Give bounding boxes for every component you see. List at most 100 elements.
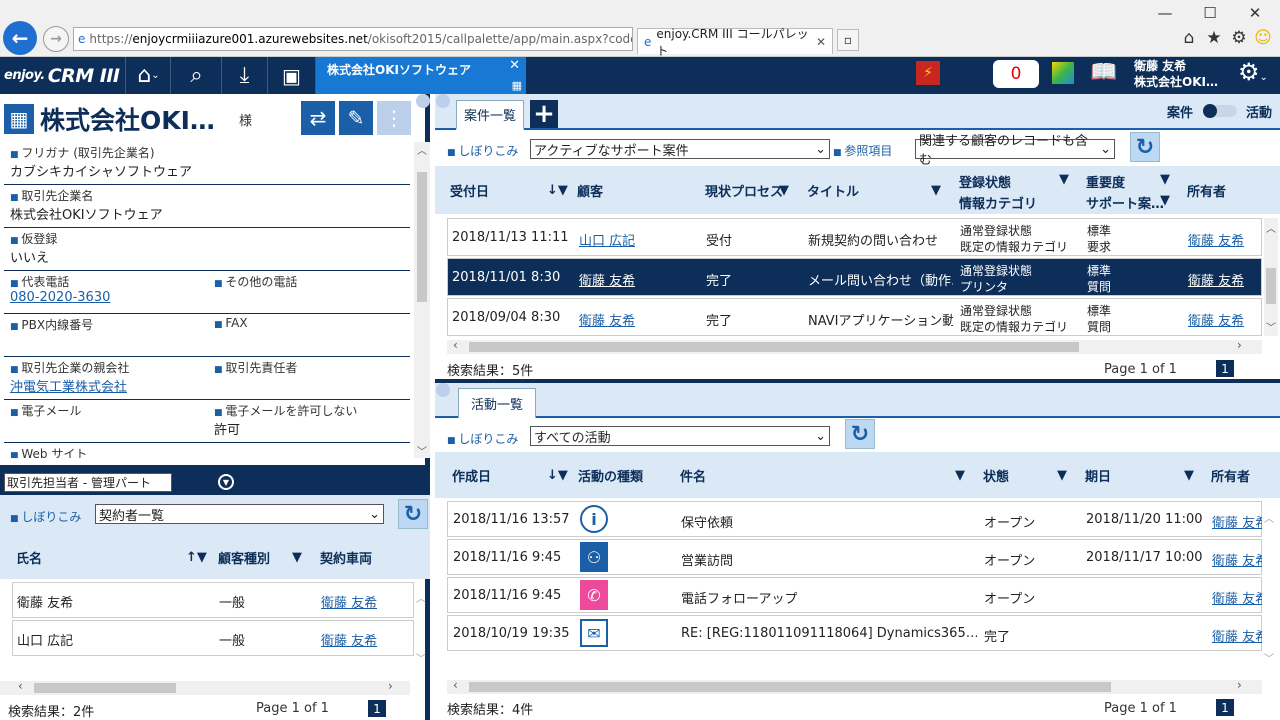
download-icon[interactable]: ⤓ <box>222 57 268 94</box>
filter-icon[interactable]: ▼ <box>292 535 302 579</box>
close-record-tab-icon[interactable]: ✕ <box>509 58 520 73</box>
col-priority[interactable]: 重要度 <box>1086 172 1125 191</box>
activity-owner-link[interactable]: 衛藤 友希 <box>1212 512 1262 531</box>
transfer-icon[interactable]: ⇄ <box>301 101 335 135</box>
activities-page-button[interactable]: 1 <box>1216 699 1234 716</box>
case-customer-link[interactable]: 衛藤 友希 <box>579 270 635 289</box>
col-support[interactable]: サポート案… <box>1086 193 1164 212</box>
col-subject[interactable]: 件名 <box>680 452 706 498</box>
col-state[interactable]: 状態 <box>983 452 1009 498</box>
fields-scrollbar[interactable]: ︿ ﹀ <box>414 142 430 458</box>
phone-link[interactable]: 080-2020-3630 <box>10 290 110 305</box>
filter-icon[interactable]: ▼ <box>1057 452 1067 498</box>
related-view-select[interactable]: 取引先担当者 - 管理パート <box>4 473 172 492</box>
sort-filter-icon[interactable]: ↓▼ <box>547 166 568 214</box>
scroll-up-icon[interactable]: ︿ <box>416 590 426 605</box>
close-window-icon[interactable]: ✕ <box>1240 4 1270 22</box>
col-owner[interactable]: 所有者 <box>1187 166 1226 214</box>
activity-owner-link[interactable]: 衛藤 友希 <box>1212 550 1262 569</box>
cases-filter-select[interactable]: アクティブなサポート案件 ⌄ <box>530 139 830 159</box>
col-type[interactable]: 顧客種別 <box>218 535 270 579</box>
case-row-selected[interactable]: 2018/11/01 8:30 衛藤 友希 完了 メール問い合わせ（動作… 通常… <box>447 258 1262 296</box>
col-activity-type[interactable]: 活動の種類 <box>578 452 643 498</box>
col-customer[interactable]: 顧客 <box>577 166 603 214</box>
col-due[interactable]: 期日 <box>1085 452 1111 498</box>
scroll-down-icon[interactable]: ﹀ <box>1264 650 1274 665</box>
collapse-handle[interactable] <box>416 94 430 108</box>
address-bar[interactable]: e https://enjoycrmiiiazure001.azurewebsi… <box>73 27 633 51</box>
contacts-row[interactable]: 衛藤 友希 一般 衛藤 友希 <box>12 582 414 618</box>
tab-activities[interactable]: 活動一覧 <box>458 388 536 418</box>
col-name[interactable]: 氏名 <box>16 535 42 579</box>
expand-icon[interactable]: ▼ <box>218 474 234 490</box>
ref-select[interactable]: 関連する顧客のレコードも含む ⌄ <box>915 134 1115 168</box>
field-value[interactable]: 許可 <box>214 419 240 438</box>
filter-icon[interactable]: ▼ <box>1184 452 1194 498</box>
field-value[interactable]: いいえ <box>10 247 49 266</box>
field-value[interactable]: 株式会社OKIソフトウェア <box>10 204 163 223</box>
forward-button[interactable]: → <box>43 26 69 52</box>
activity-row[interactable]: 2018/11/16 13:57 i 保守依頼 オープン 2018/11/20 … <box>447 501 1262 537</box>
cases-page-button[interactable]: 1 <box>1216 360 1234 377</box>
parent-account-link[interactable]: 沖電気工業株式会社 <box>10 376 127 395</box>
col-vehicle[interactable]: 契約車両 <box>320 535 372 579</box>
filter-icon[interactable]: ▼ <box>1160 193 1170 208</box>
filter-icon[interactable]: ▼ <box>1059 172 1069 187</box>
col-title[interactable]: タイトル <box>807 166 859 214</box>
alert-icon[interactable]: ⚡ <box>916 61 940 85</box>
case-owner-link[interactable]: 衛藤 友希 <box>1188 270 1244 289</box>
contacts-refresh-button[interactable]: ↻ <box>398 499 428 529</box>
cases-hscroll[interactable]: ‹ › <box>447 338 1262 354</box>
contacts-hscroll[interactable]: ‹ › <box>0 679 410 695</box>
field-value[interactable]: カブシキカイシャソフトウェア <box>10 161 192 180</box>
col-process[interactable]: 現状プロセス <box>705 166 783 214</box>
activity-row[interactable]: 2018/11/16 9:45 ✆ 電話フォローアップ オープン 衛藤 友希 <box>447 577 1262 613</box>
scroll-down-icon[interactable]: ﹀ <box>416 650 426 665</box>
notification-badge[interactable]: 0 <box>993 60 1039 88</box>
case-customer-link[interactable]: 衛藤 友希 <box>579 310 635 329</box>
activity-owner-link[interactable]: 衛藤 友希 <box>1212 626 1262 645</box>
contacts-filter-select[interactable]: 契約者一覧 ⌄ <box>95 504 384 524</box>
collapse-handle[interactable] <box>436 94 450 108</box>
scroll-up-icon[interactable]: ︿ <box>1264 510 1274 525</box>
sort-filter-icon[interactable]: ↑▼ <box>186 535 207 579</box>
settings-icon[interactable]: ⚙ <box>1228 28 1250 48</box>
case-row[interactable]: 2018/11/13 11:11 山口 広記 受付 新規契約の問い合わせ 通常登… <box>447 218 1262 256</box>
view-toggle[interactable] <box>1203 104 1237 118</box>
sort-filter-icon[interactable]: ↓▼ <box>547 452 568 498</box>
activities-filter-select[interactable]: すべての活動 ⌄ <box>530 426 830 446</box>
filter-icon[interactable]: ▼ <box>931 166 941 214</box>
maximize-icon[interactable]: ☐ <box>1195 4 1225 22</box>
cases-refresh-button[interactable]: ↻ <box>1130 132 1160 162</box>
contact-card-icon[interactable]: ▣ <box>268 57 316 94</box>
cases-vscroll[interactable]: ︿ ﹀ <box>1264 218 1278 336</box>
filter-icon[interactable]: ▼ <box>779 166 789 214</box>
col-owner[interactable]: 所有者 <box>1211 452 1250 498</box>
filter-icon[interactable]: ▼ <box>1160 172 1170 187</box>
activity-row[interactable]: 2018/10/19 19:35 ✉ RE: [REG:118011091118… <box>447 615 1262 651</box>
minimize-icon[interactable]: — <box>1150 4 1180 22</box>
activity-row[interactable]: 2018/11/16 9:45 ⚇ 営業訪問 オープン 2018/11/17 1… <box>447 539 1262 575</box>
gear-icon[interactable]: ⚙⌄ <box>1238 58 1268 86</box>
home-menu-icon[interactable]: ⌂ ⌄ <box>127 57 171 94</box>
case-owner-link[interactable]: 衛藤 友希 <box>1188 310 1244 329</box>
smiley-icon[interactable]: ☺ <box>1252 28 1274 48</box>
home-icon[interactable]: ⌂ <box>1178 28 1200 48</box>
col-category[interactable]: 情報カテゴリ <box>959 193 1037 212</box>
favorites-icon[interactable]: ★ <box>1203 28 1225 48</box>
tab-cases[interactable]: 案件一覧 <box>456 100 524 130</box>
contacts-page-button[interactable]: 1 <box>368 700 386 717</box>
col-received[interactable]: 受付日 <box>450 166 489 214</box>
search-icon[interactable]: ⌕ <box>172 57 222 94</box>
case-row[interactable]: 2018/09/04 8:30 衛藤 友希 完了 NAVIアプリケーション動作…… <box>447 298 1262 336</box>
back-button[interactable]: ← <box>3 21 37 55</box>
more-icon[interactable]: ⋮ <box>377 101 411 135</box>
book-icon[interactable]: 📖 <box>1090 60 1117 85</box>
case-customer-link[interactable]: 山口 広記 <box>579 230 635 249</box>
browser-tab[interactable]: e enjoy.CRM III コールパレット ✕ <box>637 27 833 58</box>
close-tab-icon[interactable]: ✕ <box>816 35 826 49</box>
contacts-row[interactable]: 山口 広記 一般 衛藤 友希 <box>12 620 414 656</box>
activities-refresh-button[interactable]: ↻ <box>845 419 875 449</box>
edit-icon[interactable]: ✎ <box>339 101 373 135</box>
new-tab-button[interactable]: ▫ <box>837 29 859 51</box>
